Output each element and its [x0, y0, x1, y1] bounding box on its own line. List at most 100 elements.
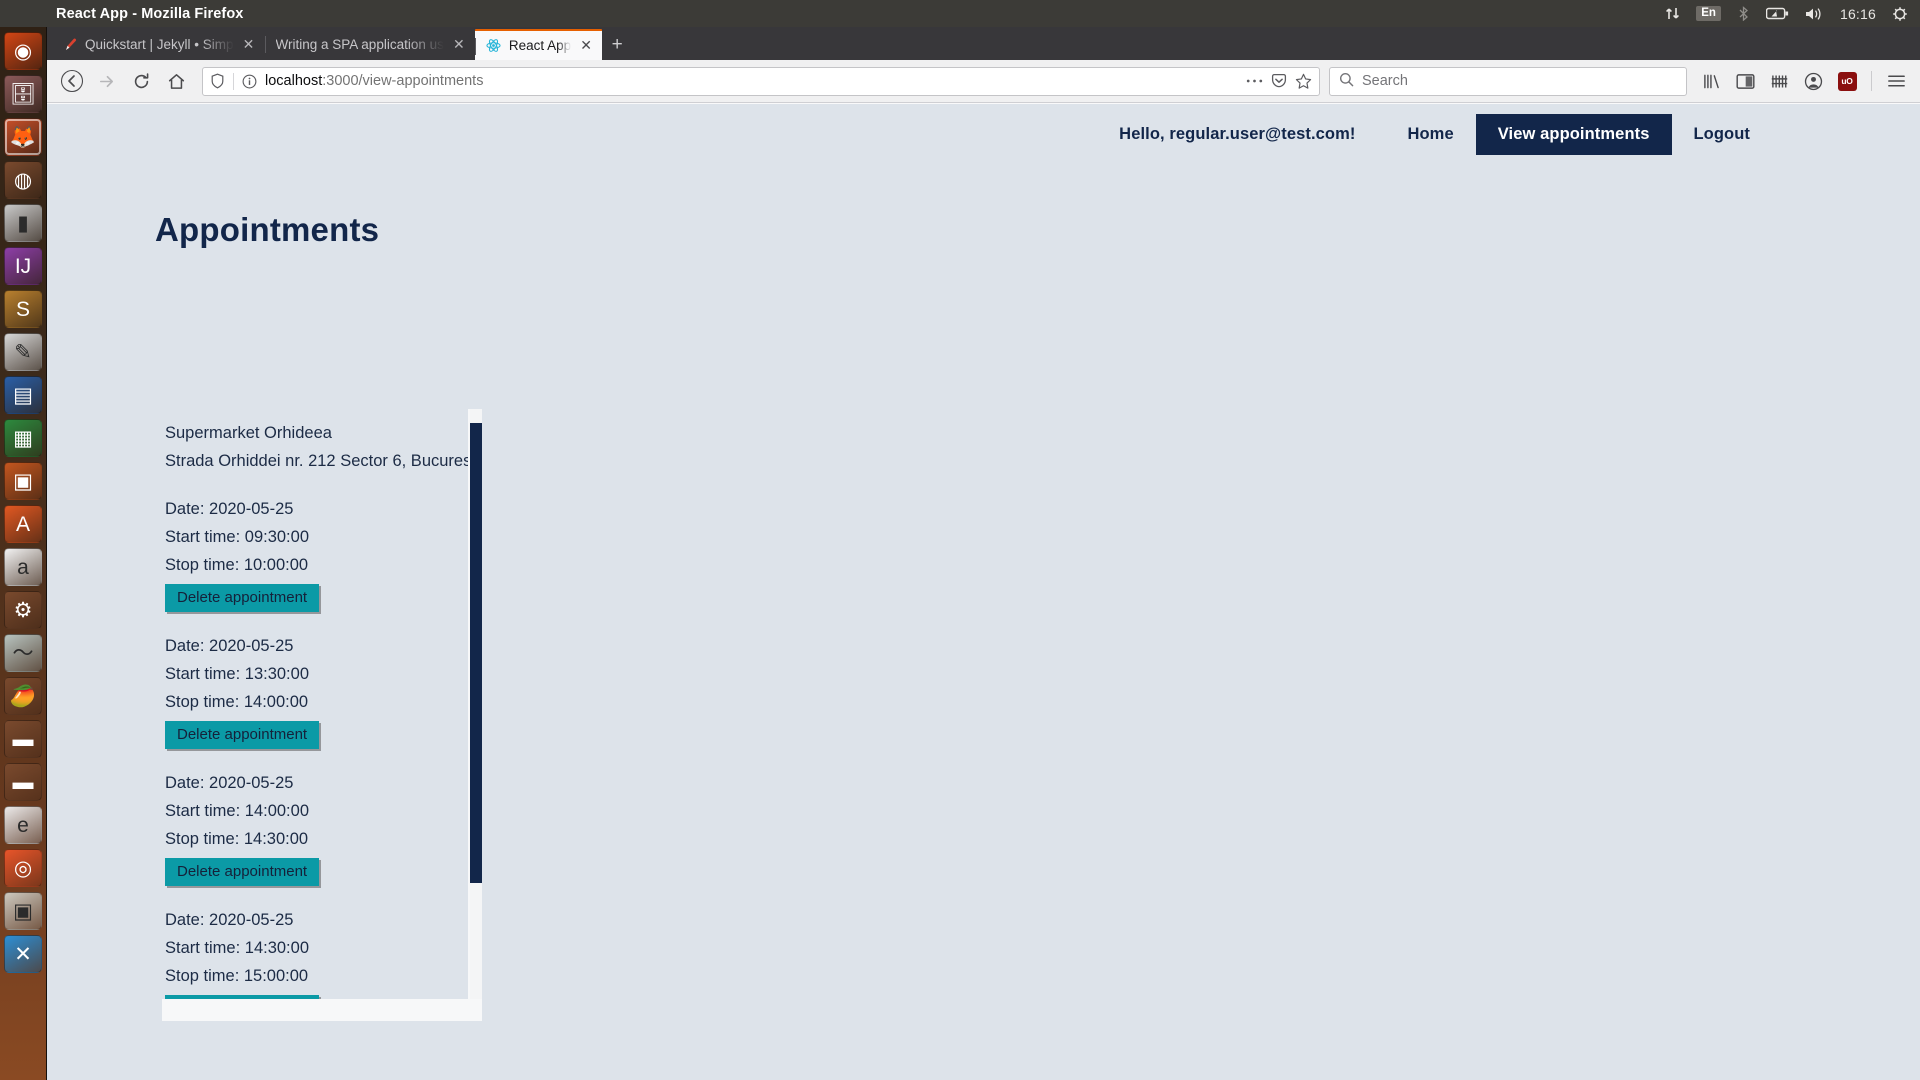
launcher-item-ubuntu-software[interactable]: A [4, 505, 42, 543]
launcher-item-firefox[interactable]: 🦊 [4, 118, 42, 156]
close-icon[interactable]: ✕ [451, 36, 467, 53]
url-bar[interactable]: localhost:3000/view-appointments [202, 66, 1320, 96]
safe-vault-icon: ▣ [13, 899, 33, 923]
network-updown-icon[interactable] [1665, 6, 1680, 21]
disks-icon: ▬ [12, 727, 34, 751]
shop-name: Supermarket Orhideea [165, 424, 332, 442]
browser-tab-2[interactable]: Writing a SPA application us ✕ [264, 29, 475, 60]
nav-view-appointments-link[interactable]: View appointments [1475, 113, 1672, 155]
browser-tab-1[interactable]: Quickstart | Jekyll • Simp ✕ [51, 29, 265, 60]
launcher-item-disk-usage-analyzer[interactable]: ▬ [4, 763, 42, 801]
launcher-item-ease-app[interactable]: e [4, 806, 42, 844]
nav-logout-link[interactable]: Logout [1672, 114, 1773, 155]
search-input[interactable]: Search [1362, 73, 1408, 89]
amazon-icon: a [17, 555, 29, 579]
launcher-item-intellij-idea[interactable]: IJ [4, 247, 42, 285]
launcher-item-libreoffice-calc[interactable]: ▦ [4, 419, 42, 457]
launcher-item-disks[interactable]: ▬ [4, 720, 42, 758]
launcher-item-system-monitor[interactable]: 〜 [4, 634, 42, 672]
launcher-item-brasero-disc-burner[interactable]: ◎ [4, 849, 42, 887]
delete-appointment-button[interactable]: Delete appointment [165, 858, 320, 886]
terminal-icon: ▮ [17, 211, 29, 235]
launcher-item-ubuntu-dash-home[interactable]: ◉ [4, 32, 42, 70]
libreoffice-impress-icon: ▣ [13, 469, 33, 493]
account-icon[interactable] [1797, 66, 1829, 97]
close-icon[interactable]: ✕ [241, 36, 257, 53]
launcher-item-mango-app[interactable]: 🥭 [4, 677, 42, 715]
slot-stop: Stop time: 14:00:00 [165, 693, 309, 711]
ellipsis-icon[interactable] [1246, 78, 1263, 84]
appointment-slot: Date: 2020-05-25 Start time: 14:30:00 Stop… [162, 906, 468, 999]
slot-date: Date: 2020-05-25 [165, 637, 294, 655]
back-arrow-icon[interactable] [55, 66, 88, 97]
launcher-item-files-nautilus[interactable]: 🗄 [4, 75, 42, 113]
delete-appointment-button[interactable]: Delete appointment [165, 584, 320, 612]
sidebar-icon[interactable] [1729, 66, 1761, 97]
delete-appointment-button[interactable]: Delete appointment [165, 721, 320, 749]
launcher-item-system-settings[interactable]: ⚙ [4, 591, 42, 629]
launcher-item-sublime-text[interactable]: S [4, 290, 42, 328]
jekyll-icon [62, 37, 78, 53]
launcher-item-safe-vault[interactable]: ▣ [4, 892, 42, 930]
launcher-item-libreoffice-impress[interactable]: ▣ [4, 462, 42, 500]
slot-stop: Stop time: 15:00:00 [165, 967, 309, 985]
slot-date: Date: 2020-05-25 [165, 911, 294, 929]
star-icon[interactable] [1295, 73, 1312, 90]
nav-home-link[interactable]: Home [1385, 114, 1475, 155]
launcher-item-amazon[interactable]: a [4, 548, 42, 586]
bookmarks-icon[interactable] [1763, 66, 1795, 97]
appointment-slot: Date: 2020-05-25 Start time: 09:30:00 Stop… [162, 495, 468, 612]
hamburger-menu-icon[interactable] [1880, 66, 1912, 97]
new-tab-button[interactable]: + [602, 29, 632, 60]
slot-date: Date: 2020-05-25 [165, 774, 294, 792]
card-scrollbar-thumb[interactable] [470, 423, 482, 883]
appointment-slots: Date: 2020-05-25 Start time: 09:30:00 Stop… [162, 495, 468, 999]
disk-usage-analyzer-icon: ▬ [12, 770, 34, 794]
tab-title: Writing a SPA application us [275, 37, 444, 52]
appointments-card: Supermarket Orhideea Strada Orhiddei nr.… [162, 409, 482, 1021]
slot-start: Start time: 13:30:00 [165, 665, 309, 683]
library-icon[interactable] [1695, 66, 1727, 97]
slot-stop: Stop time: 14:30:00 [165, 830, 309, 848]
launcher-item-terminal[interactable]: ▮ [4, 204, 42, 242]
card-scrollbar-track[interactable] [470, 409, 482, 999]
forward-arrow-icon [90, 66, 123, 97]
volume-icon[interactable] [1805, 7, 1824, 21]
bluetooth-icon[interactable] [1737, 6, 1750, 21]
close-icon[interactable]: ✕ [578, 37, 594, 54]
url-text: localhost:3000/view-appointments [265, 73, 1238, 89]
keyboard-language-indicator[interactable]: En [1696, 5, 1721, 22]
launcher-item-libreoffice-writer[interactable]: ▤ [4, 376, 42, 414]
delete-appointment-button[interactable]: Delete appointment [165, 995, 320, 999]
appointment-slot: Date: 2020-05-25 Start time: 13:30:00 Stop… [162, 632, 468, 749]
libreoffice-calc-icon: ▦ [13, 426, 33, 450]
ubuntu-dash-home-icon: ◉ [13, 39, 33, 63]
slot-start: Start time: 14:30:00 [165, 939, 309, 957]
google-chrome-icon: ◍ [13, 168, 33, 192]
firefox-window: Quickstart | Jekyll • Simp ✕ Writing a S… [47, 27, 1920, 1080]
battery-charging-icon[interactable] [1765, 7, 1789, 20]
slot-stop: Stop time: 10:00:00 [165, 556, 309, 574]
home-icon[interactable] [160, 66, 193, 97]
launcher-item-text-editor[interactable]: ✎ [4, 333, 42, 371]
url-path: :3000/view-appointments [322, 73, 484, 89]
toolbar-right-group: uO [1695, 66, 1912, 97]
search-bar[interactable]: Search [1329, 66, 1687, 96]
pocket-icon[interactable] [1271, 73, 1287, 89]
files-nautilus-icon: 🗄 [9, 82, 37, 106]
shield-icon[interactable] [210, 73, 225, 89]
ublock-origin-icon[interactable]: uO [1831, 66, 1863, 97]
ubuntu-software-icon: A [15, 512, 30, 536]
page-info-icon[interactable] [242, 74, 257, 89]
launcher-item-google-chrome[interactable]: ◍ [4, 161, 42, 199]
url-host: localhost [265, 73, 323, 89]
ubuntu-top-panel: React App - Mozilla Firefox En 16:16 [0, 0, 1920, 27]
reload-icon[interactable] [125, 66, 158, 97]
clock[interactable]: 16:16 [1840, 6, 1876, 22]
power-gear-icon[interactable] [1892, 6, 1908, 22]
launcher-item-visual-studio-code[interactable]: ✕ [4, 935, 42, 973]
browser-tab-3-active[interactable]: React App ✕ [474, 29, 603, 60]
mango-app-icon: 🥭 [9, 684, 37, 708]
tab-title: Quickstart | Jekyll • Simp [85, 37, 234, 52]
slot-start: Start time: 14:00:00 [165, 802, 309, 820]
